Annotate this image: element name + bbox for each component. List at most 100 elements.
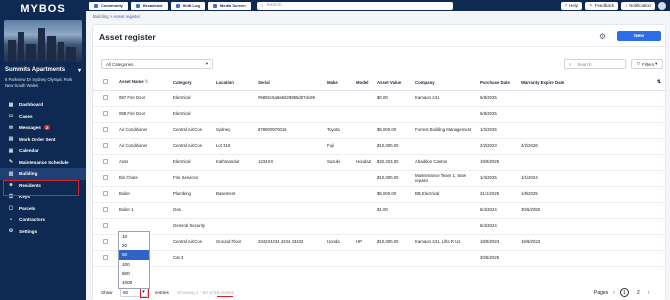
table-row[interactable]: Air Conditioner Central Air/Con Lot 318 Fuj… (93, 138, 667, 155)
prev-page-icon[interactable]: ‹ (613, 290, 615, 296)
filters-button[interactable]: ▽ Filters ▾ (631, 59, 663, 69)
col-purchase-date[interactable]: Purchase Date (480, 75, 521, 91)
col-warranty-expire-date[interactable]: Warranty Expire Date (521, 75, 619, 91)
table-cell (216, 170, 258, 187)
row-checkbox[interactable] (103, 110, 108, 116)
help-button[interactable]: ? Help (560, 1, 583, 10)
table-cell: 30/6/2050 (521, 202, 619, 219)
table-row[interactable]: Air Conditioner Central Air/Con Sydney 8789… (93, 122, 667, 139)
page-size-option-100[interactable]: 100 (119, 260, 149, 269)
page-2[interactable]: 2 (634, 288, 643, 297)
sidebar-item-messages[interactable]: ✉ Messages 2 (0, 122, 86, 134)
table-cell (356, 90, 377, 107)
table-cell: 6/8/2025 (480, 90, 521, 107)
category-select[interactable]: All Categories ▾ (101, 59, 213, 69)
table-cell (356, 138, 377, 155)
column-settings-icon[interactable]: ⇅ (619, 75, 667, 91)
table-cell: 19/9/2025 (480, 154, 521, 171)
table-cell: 2/2/2026 (521, 138, 619, 155)
col-asset-value[interactable]: Asset Value (377, 75, 415, 91)
media-screen-button[interactable]: Media Screen (207, 1, 251, 10)
new-button[interactable]: New (617, 31, 661, 41)
sidebar-item-work-order-sent[interactable]: ▤ Work Order Sent (0, 134, 86, 146)
table-row[interactable]: Boiler 1 Gas $1.00 8/4/2024 30/6/2050 (93, 202, 667, 219)
filter-icon: ▽ (636, 61, 641, 66)
avatar[interactable] (658, 1, 666, 10)
table-cell: Air Conditioner (119, 122, 173, 139)
page-size-option-50[interactable]: 50 (119, 250, 149, 260)
sidebar-item-maintenance-schedule[interactable]: ✎ Maintenance Schedule (0, 157, 86, 169)
chevron-down-icon: ▾ (655, 61, 658, 66)
row-checkbox[interactable] (103, 142, 108, 148)
select-all-checkbox[interactable] (103, 79, 108, 85)
table-cell (258, 170, 327, 187)
table-row[interactable]: 088 Fire Door Electrical 6/8/2025 (93, 106, 667, 123)
row-checkbox[interactable] (103, 222, 108, 228)
col-serial[interactable]: Serial (258, 75, 327, 91)
col-category[interactable]: Category (173, 75, 216, 91)
table-cell (415, 218, 480, 235)
table-cell (356, 106, 377, 123)
col-location[interactable]: Location (216, 75, 258, 91)
row-checkbox[interactable] (103, 254, 108, 260)
entries-info: Showing 1 - 50 of 68 entries (177, 290, 235, 295)
col-asset-name[interactable]: Asset Name⇅ (119, 75, 173, 91)
sidebar-item-contractors[interactable]: ◓ Contractors (0, 214, 86, 226)
page-size-option-500[interactable]: 500 (119, 269, 149, 278)
col-company[interactable]: Company (415, 75, 480, 91)
table-cell: 234234234 4234 43432 (258, 234, 327, 251)
table-cell (521, 218, 619, 235)
feedback-button[interactable]: ✎ Feedback (585, 1, 619, 10)
table-footer: Show 50 ▾ entries Showing 1 - 50 of 68 e… (93, 283, 665, 300)
page-size-option-10[interactable]: 10 (119, 232, 149, 241)
row-checkbox[interactable] (103, 158, 108, 164)
sidebar-item-parcels[interactable]: ▢ Parcels (0, 203, 86, 215)
sidebar-item-calendar[interactable]: ▣ Calendar (0, 145, 86, 157)
table-cell: Central Air/Con (173, 234, 216, 251)
table-row[interactable]: Central Air/Con Ground Floor 234234234 423… (93, 234, 667, 251)
sidebar-item-settings[interactable]: ⚙ Settings (0, 226, 86, 238)
row-checkbox[interactable] (103, 126, 108, 132)
row-checkbox[interactable] (103, 190, 108, 196)
breadcrumb-building[interactable]: Building (93, 14, 109, 19)
next-page-icon[interactable]: › (648, 290, 650, 296)
site-selector[interactable]: Summits Apartments ▾ (5, 67, 81, 74)
table-cell (327, 90, 356, 107)
sidebar-item-building[interactable]: ▥ Building (0, 168, 86, 180)
sidebar-item-label: Messages (19, 125, 41, 131)
sidebar-item-label: Dashboard (19, 102, 43, 108)
gear-icon[interactable]: ⚙ (599, 32, 606, 41)
sidebar-item-dashboard[interactable]: ▦ Dashboard (0, 99, 86, 111)
global-search-input[interactable]: ⌕ Search (256, 1, 453, 10)
divider (93, 46, 665, 47)
table-cell (521, 90, 619, 107)
row-checkbox[interactable] (103, 238, 108, 244)
table-cell (521, 122, 619, 139)
sidebar-item-cases[interactable]: ▭ Cases (0, 111, 86, 123)
table-row[interactable]: Asss Electrical Kathmandur 1234XX Suzuki Hond… (93, 154, 667, 171)
broadcast-button[interactable]: Broadcast (131, 1, 168, 10)
row-checkbox[interactable] (103, 206, 108, 212)
table-row[interactable]: 087 Fire Door Electrical #6892c5a9a9d28955… (93, 90, 667, 107)
sidebar-item-label: Contractors (19, 217, 46, 223)
media-screen-icon (212, 3, 217, 8)
table-cell (216, 218, 258, 235)
page-size-option-1000[interactable]: 1000 (119, 278, 149, 287)
breadcrumb-asset-register[interactable]: Asset register (113, 14, 140, 19)
table-cell: Forrest Building Management (415, 122, 480, 139)
table-cell: 6/8/2025 (480, 106, 521, 123)
table-row[interactable]: AMECat 320/5/2025 (93, 250, 667, 267)
table-row[interactable]: General Security 8/4/2024 (93, 218, 667, 235)
page-1[interactable]: 1 (619, 288, 629, 297)
table-row[interactable]: Bin Chute Fire Services $10,000.00 Maintena… (93, 170, 667, 187)
table-row[interactable]: Boiler Plumbing Basement $5,000.00 BB Electr… (93, 186, 667, 203)
page-size-option-20[interactable]: 20 (119, 241, 149, 250)
row-checkbox[interactable] (103, 94, 108, 100)
community-button[interactable]: Community (89, 1, 128, 10)
col-model[interactable]: Model (356, 75, 377, 91)
row-checkbox[interactable] (103, 174, 108, 180)
notification-button[interactable]: ♪ Notification (621, 1, 655, 10)
col-make[interactable]: Make (327, 75, 356, 91)
table-search-input[interactable]: ⌕ Search (564, 59, 626, 69)
shift-log-button[interactable]: Shift Log (170, 1, 205, 10)
